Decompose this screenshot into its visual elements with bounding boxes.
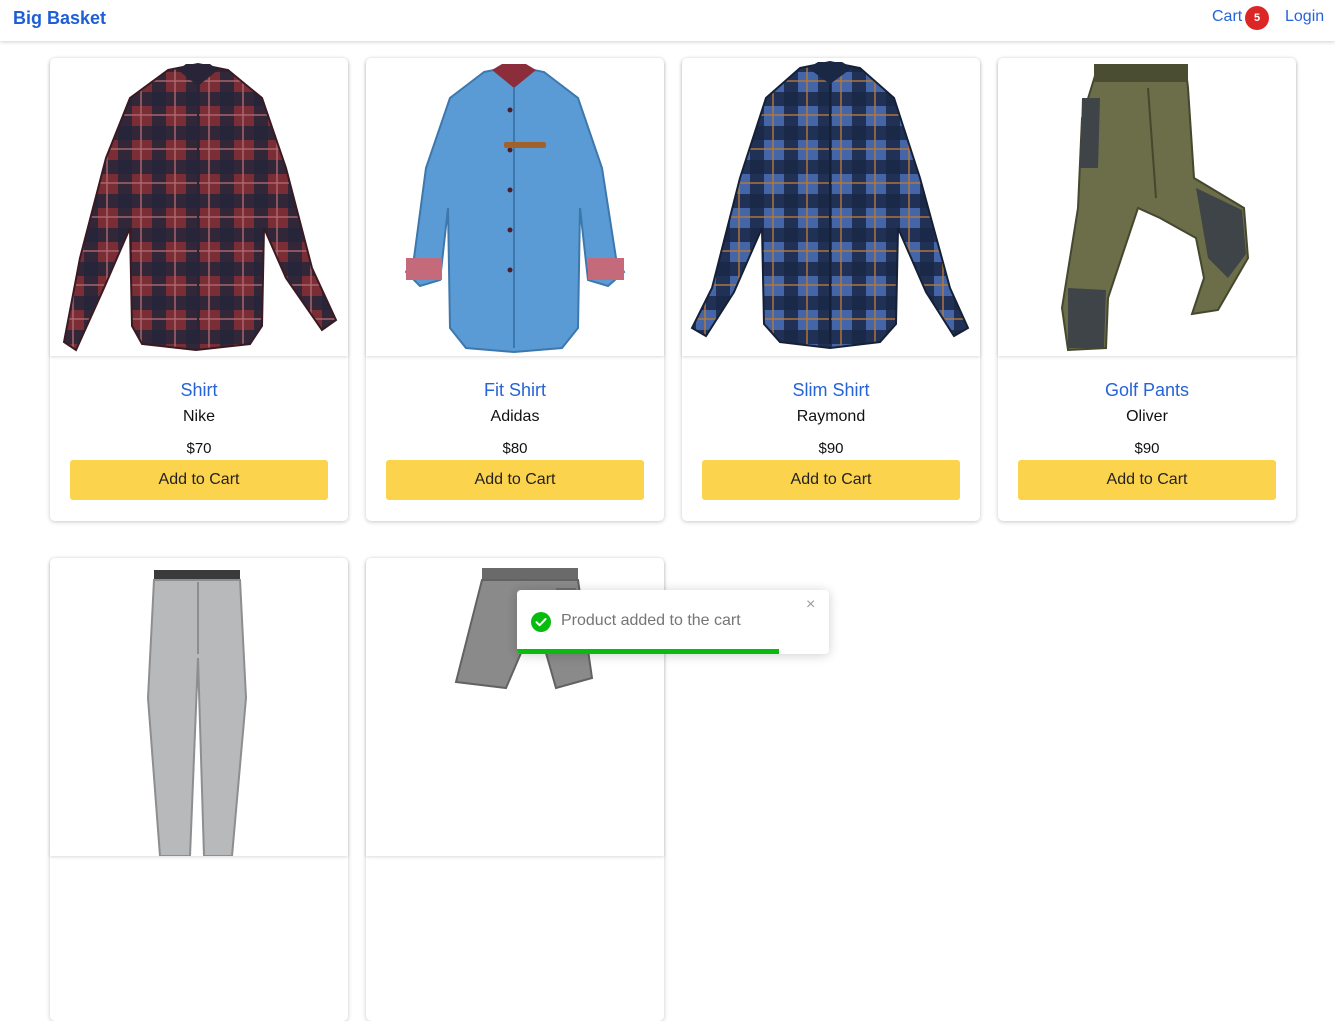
cart-count-badge[interactable]: 5 (1245, 6, 1269, 30)
product-image[interactable] (682, 58, 980, 356)
product-card: Fit Shirt Adidas $80 Add to Cart (366, 58, 664, 521)
add-to-cart-button[interactable]: Add to Cart (1018, 460, 1276, 500)
toast-notification: Product added to the cart × (517, 590, 829, 654)
brand-logo[interactable]: Big Basket (13, 8, 106, 29)
product-name[interactable]: Fit Shirt (366, 380, 664, 401)
product-card (50, 558, 348, 1021)
product-brand: Raymond (796, 408, 866, 425)
product-price: $80 (502, 440, 528, 457)
navbar: Big Basket Cart 5 Login (0, 0, 1335, 41)
cargo-pants-icon (1060, 64, 1250, 352)
plaid-blue-shirt-icon (690, 60, 970, 350)
product-name[interactable]: Shirt (50, 380, 348, 401)
toast-progress-bar (517, 649, 780, 654)
product-brand: Nike (182, 408, 215, 425)
product-card: Shirt Nike $70 Add to Cart (50, 58, 348, 521)
product-price: $90 (1134, 440, 1160, 457)
denim-shirt-icon (404, 64, 626, 354)
product-image[interactable] (366, 58, 664, 356)
cart-link[interactable]: Cart (1212, 8, 1242, 26)
add-to-cart-button[interactable]: Add to Cart (702, 460, 960, 500)
product-image[interactable] (50, 58, 348, 356)
product-brand: Adidas (490, 408, 540, 425)
product-price: $70 (186, 440, 212, 457)
product-price: $90 (818, 440, 844, 457)
product-name[interactable]: Slim Shirt (682, 380, 980, 401)
close-icon[interactable]: × (806, 596, 815, 614)
product-image[interactable] (998, 58, 1296, 356)
product-card: Slim Shirt Raymond $90 Add to Cart (682, 58, 980, 521)
plaid-red-shirt-icon (62, 62, 338, 352)
product-name[interactable]: Golf Pants (998, 380, 1296, 401)
add-to-cart-button[interactable]: Add to Cart (386, 460, 644, 500)
login-link[interactable]: Login (1285, 8, 1324, 26)
product-card: Golf Pants Oliver $90 Add to Cart (998, 58, 1296, 521)
product-brand: Oliver (1126, 408, 1168, 425)
grey-trousers-icon (146, 570, 248, 856)
success-check-icon (531, 612, 551, 632)
toast-message: Product added to the cart (561, 612, 741, 629)
product-image[interactable] (50, 558, 348, 856)
add-to-cart-button[interactable]: Add to Cart (70, 460, 328, 500)
